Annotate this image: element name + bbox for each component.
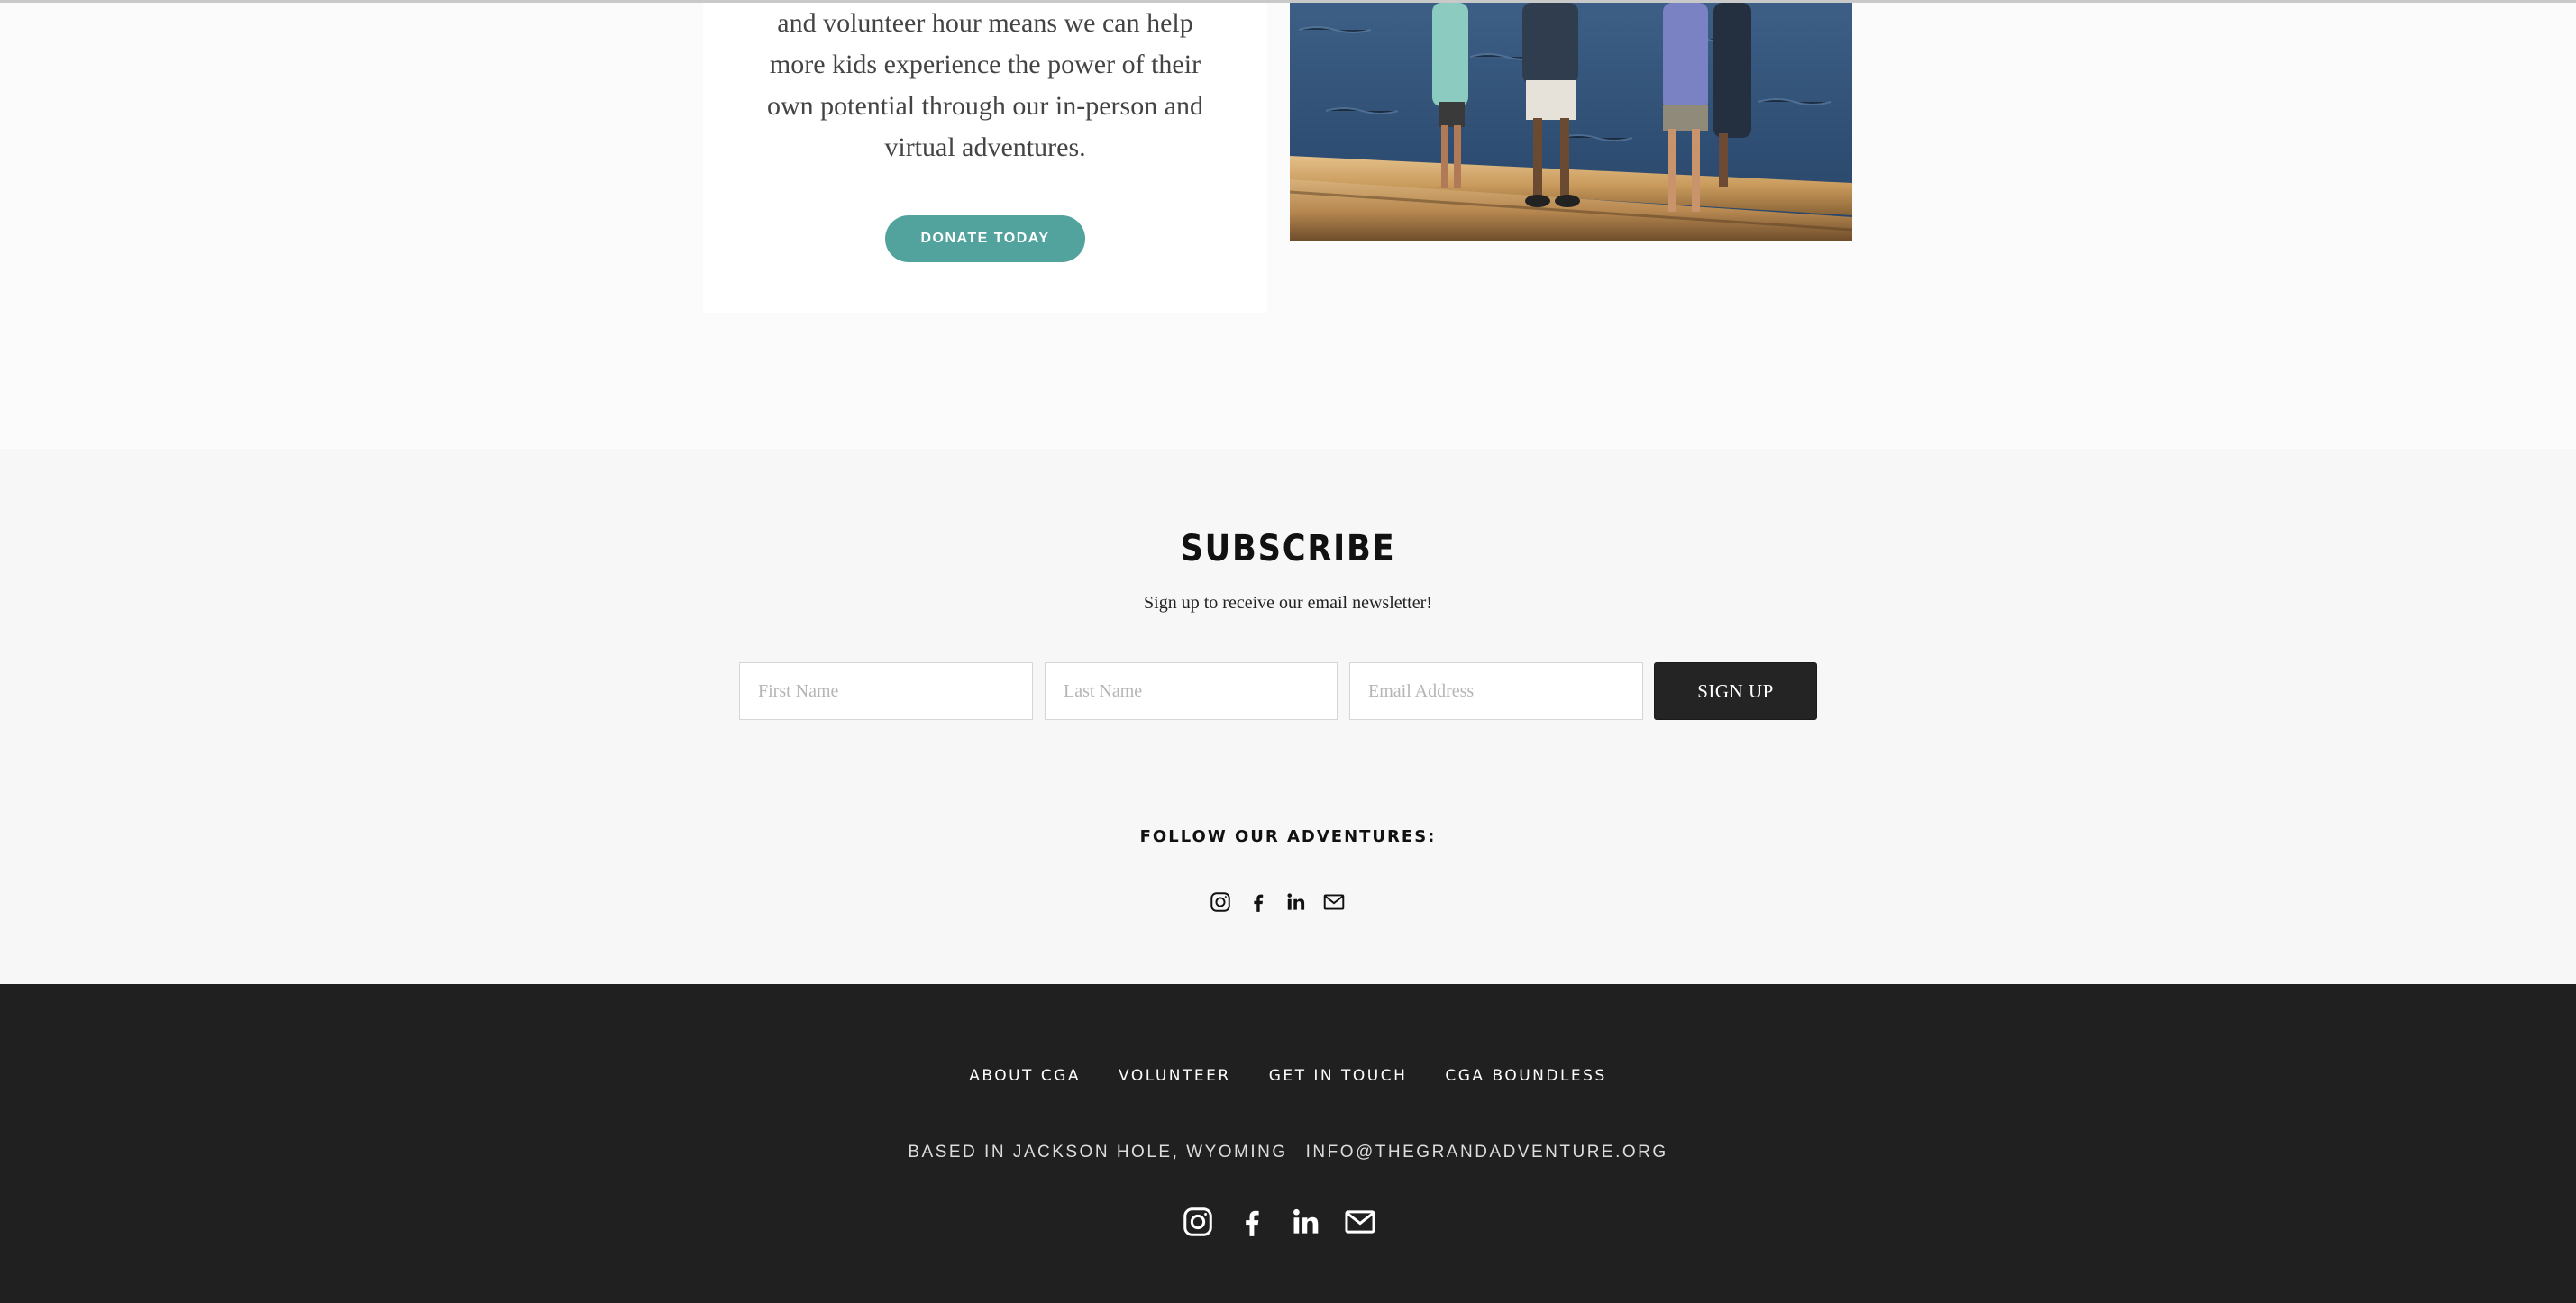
- site-footer: ABOUT CGA VOLUNTEER GET IN TOUCH CGA BOU…: [0, 984, 2576, 1303]
- footer-email[interactable]: INFO@THEGRANDADVENTURE.ORG: [1306, 1143, 1668, 1162]
- footer-location: BASED IN JACKSON HOLE, WYOMING: [908, 1143, 1288, 1162]
- first-name-input[interactable]: [739, 662, 1033, 720]
- donate-section: and volunteer hour means we can help mor…: [0, 3, 2576, 449]
- linkedin-icon[interactable]: [1288, 1204, 1324, 1240]
- facebook-icon[interactable]: [1246, 889, 1271, 915]
- footer-nav: ABOUT CGA VOLUNTEER GET IN TOUCH CGA BOU…: [0, 1067, 2576, 1085]
- donate-card: and volunteer hour means we can help mor…: [703, 3, 1267, 313]
- instagram-icon[interactable]: [1180, 1204, 1216, 1240]
- footer-link-get-in-touch[interactable]: GET IN TOUCH: [1269, 1067, 1408, 1085]
- follow-label: FOLLOW OUR ADVENTURES:: [1139, 827, 1437, 846]
- subscribe-subtitle: Sign up to receive our email newsletter!: [1144, 593, 1432, 613]
- donate-today-button[interactable]: DONATE TODAY: [885, 215, 1085, 262]
- donate-text: and volunteer hour means we can help mor…: [703, 3, 1267, 169]
- footer-link-cga-boundless[interactable]: CGA BOUNDLESS: [1445, 1067, 1606, 1085]
- donate-text-line: more kids experience the power of their: [769, 50, 1201, 79]
- donate-text-line: virtual adventures.: [884, 132, 1086, 162]
- email-icon[interactable]: [1321, 889, 1347, 915]
- email-icon[interactable]: [1342, 1204, 1378, 1240]
- footer-link-volunteer[interactable]: VOLUNTEER: [1119, 1067, 1231, 1085]
- donate-text-line: and volunteer hour means we can help: [777, 8, 1193, 38]
- last-name-input[interactable]: [1045, 662, 1338, 720]
- footer-info: BASED IN JACKSON HOLE, WYOMING INFO@THEG…: [0, 1143, 2576, 1162]
- email-address-input[interactable]: [1349, 662, 1643, 720]
- instagram-icon[interactable]: [1208, 889, 1233, 915]
- subscribe-section: SUBSCRIBE Sign up to receive our email n…: [0, 449, 2576, 984]
- footer-link-about[interactable]: ABOUT CGA: [969, 1067, 1081, 1085]
- donate-text-line: own potential through our in-person and: [766, 91, 1204, 121]
- sign-up-button[interactable]: SIGN UP: [1654, 662, 1817, 720]
- kids-on-logs-photo: [1290, 3, 1852, 241]
- linkedin-icon[interactable]: [1283, 889, 1309, 915]
- facebook-icon[interactable]: [1234, 1204, 1270, 1240]
- footer-social-links: [1180, 1204, 1378, 1240]
- subscribe-social-links: [1208, 889, 1347, 915]
- subscribe-title: SUBSCRIBE: [1180, 528, 1396, 569]
